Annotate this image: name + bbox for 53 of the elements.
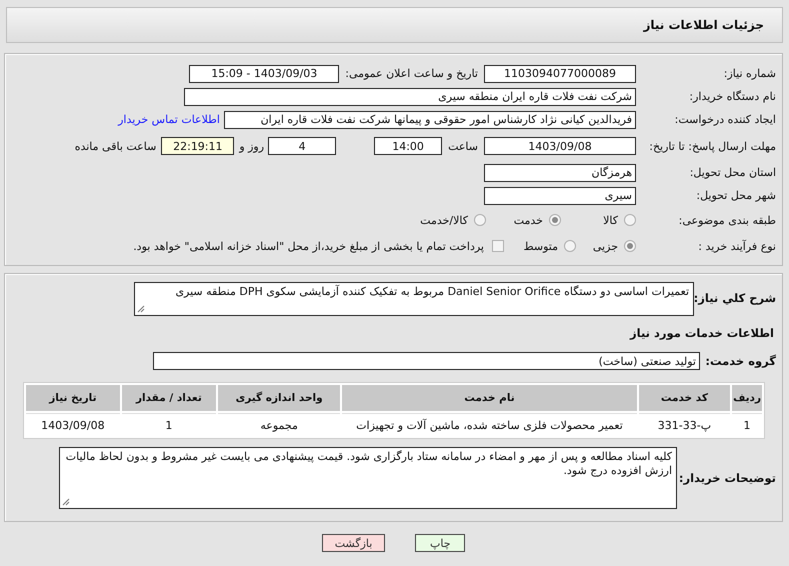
column-header: کد خدمت [638,385,730,411]
creator-field: فریدالدین کیانی نژاد کارشناس امور حقوقی و پیمانها شرکت نفت فلات قاره ایران [224,110,636,128]
option-label: کالا [603,214,618,226]
print-button[interactable]: چاپ [415,534,466,552]
radio-button[interactable] [624,214,636,226]
field-label: شرح کلي نياز: [694,290,777,305]
option-label: کالا/خدمت [420,214,468,226]
checkbox[interactable] [492,240,504,252]
field-label: نام دستگاه خریدار: [688,90,777,103]
field-label: روز و [239,140,264,152]
radio-button[interactable] [564,240,576,252]
column-header: ردیف [732,385,762,411]
section-heading: اطلاعات خدمات مورد نياز [630,326,775,340]
field-label: گروه خدمت: [704,354,777,368]
days-field: 4 [268,137,336,155]
field-label: شهر محل تحویل: [695,189,777,202]
field-label: ساعت باقی مانده [74,140,156,152]
remaining-time-field: 22:19:11 [161,137,234,155]
need-number-field: 1103094077000089 [484,64,636,82]
column-header: نام خدمت [342,385,637,411]
deadline-time-field: 14:00 [374,137,442,155]
payment-note: پرداخت تمام یا بخشی از مبلغ خرید،از محل "اسناد خزانه اسلامی" خواهد بود. [133,240,484,252]
option-label: خدمت [514,214,543,226]
column-header: واحد اندازه گیری [218,385,340,411]
buyer-notes-textarea[interactable]: کلیه اسناد مطالعه و پس از مهر و امضاء در سامانه ستاد بارگزاری شود. قیمت پیشنهادی می بایست غیر مشروط و بدون لحاظ مالیات ارزش افزوده درج شود. [59,447,677,509]
province-field: هرمزگان [484,164,636,182]
column-header: تاریخ نیاز [26,385,120,411]
field-label: ایجاد کننده درخواست: [674,113,777,126]
resize-grip-icon [137,305,145,313]
deadline-date-field: 1403/09/08 [484,137,636,155]
page-title: جزئیات اطلاعات نیاز [643,18,764,32]
service-group-field: تولید صنعتی (ساخت) [153,352,700,370]
field-label: توضیحات خریدار: [678,472,777,484]
radio-button[interactable] [549,214,561,226]
field-label: طبقه بندی موضوعی: [678,214,777,226]
field-label: مهلت ارسال پاسخ: تا تاریخ: [648,140,777,152]
summary-textarea[interactable]: تعمیرات اساسی دو دستگاه Daniel Senior Orifice مربوط به تفکیک کننده آزمایشی سکوی DPH منطقه سیری [134,282,694,316]
buyer-field: شرکت نفت فلات قاره ایران منطقه سیری [184,88,636,106]
announce-date-field: 1403/09/03 - 15:09 [189,64,340,82]
field-label: استان محل تحویل: [688,166,777,179]
option-label: جزیی [592,240,618,252]
city-field: سیری [484,186,636,204]
back-button[interactable]: بازگشت [322,534,386,552]
radio-button[interactable] [474,214,486,226]
radio-button[interactable] [624,240,636,252]
buyer-contact-link[interactable]: اطلاعات تماس خریدار [118,113,220,126]
resize-grip-icon [62,498,70,506]
field-label: تاریخ و ساعت اعلان عمومی: [345,67,478,80]
field-label: شماره نیاز: [722,67,777,80]
column-header: تعداد / مقدار [122,385,216,411]
field-label: ساعت [448,140,478,152]
field-label: نوع فرآیند خرید : [697,240,777,252]
option-label: متوسط [523,240,558,252]
